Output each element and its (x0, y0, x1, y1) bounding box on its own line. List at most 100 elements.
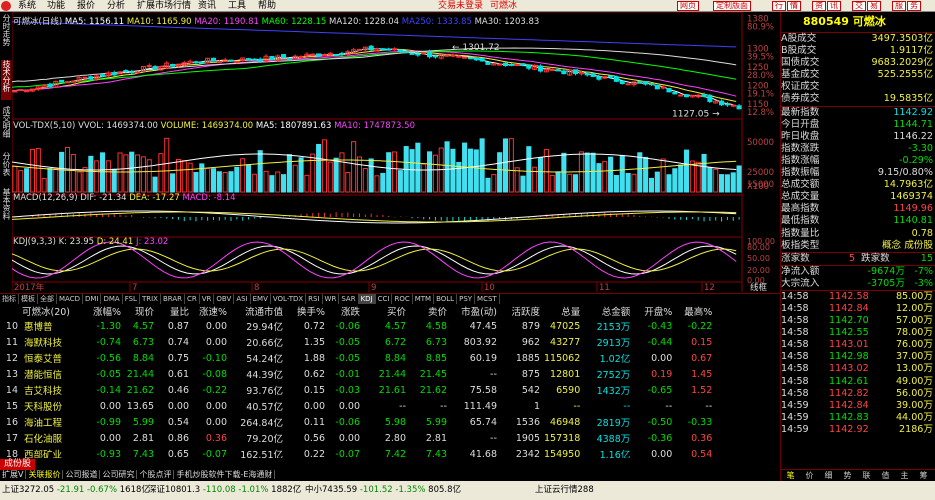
indicator-tab-10[interactable]: VR (200, 294, 215, 304)
bottom-tab-2[interactable]: 公司报道 (63, 470, 101, 479)
col-header-11[interactable]: 活跃度 (501, 304, 544, 318)
table-row[interactable]: 13 潜能恒信 -0.05 21.44 0.61 -0.08 44.39亿 0.62 -0.01… (0, 366, 716, 382)
indicator-tab-22[interactable]: BOLL (434, 294, 458, 304)
indicator-tab-9[interactable]: CR (185, 294, 200, 304)
indicator-tab-13[interactable]: EMV (251, 294, 271, 304)
volume-bar (654, 171, 660, 193)
col-header-5[interactable]: 流通市值 (231, 304, 287, 318)
right-tab-6[interactable]: 主 (895, 470, 914, 481)
cell: 0.65 (167, 448, 189, 459)
indicator-tab-14[interactable]: VOL-TDX (271, 294, 307, 304)
col-header-2[interactable]: 现价 (125, 304, 158, 318)
right-tab-3[interactable]: 势 (838, 470, 857, 481)
menu-info[interactable]: 资讯 (198, 0, 216, 11)
tab-technical[interactable]: 技术分析 (1, 60, 11, 100)
bottom-tab-0[interactable]: 扩展V (0, 470, 27, 479)
bottom-tab-5[interactable]: 手机炒股软件下载-E海通财 (174, 470, 276, 479)
indicator-tab-11[interactable]: OBV (214, 294, 235, 304)
right-tab-2[interactable]: 细 (819, 470, 838, 481)
col-header-15[interactable]: 最高% (676, 304, 716, 318)
web-button[interactable]: 网页 (677, 1, 699, 11)
tab-trade-detail[interactable]: 成交明细 (1, 106, 11, 146)
indicator-tab-23[interactable]: PSY (457, 294, 476, 304)
indicator-tab-18[interactable]: KDJ (358, 294, 376, 304)
sh-index[interactable]: 上证3272.05 -21.91 -0.67% 1618亿 (2, 481, 150, 500)
col-header-3[interactable]: 量比 (158, 304, 193, 318)
custom-layout-button[interactable]: 定制版面 (713, 1, 751, 11)
right-tab-0[interactable]: 笔 (781, 470, 800, 481)
table-row[interactable]: 11 海默科技 -0.74 6.73 0.74 0.00 20.66亿 1.35 -0.05 6.… (0, 334, 716, 350)
volume-bar (181, 160, 187, 193)
table-row[interactable]: 10 惠博普 -1.30 4.57 0.87 0.00 29.94亿 0.72 -0.06 4.5… (0, 318, 716, 334)
indicator-tab-0[interactable]: 指标 (0, 294, 19, 304)
indicator-tab-6[interactable]: FSL (123, 294, 140, 304)
sz-index[interactable]: 深证10801.3 -110.08 -1.01% 1882亿 (148, 481, 301, 500)
col-header-12[interactable]: 总量 (544, 304, 584, 318)
service-button-1[interactable]: 服 (892, 1, 906, 11)
col-header-14[interactable]: 开盘% (634, 304, 676, 318)
kline-chart[interactable]: ← 1301.721127.05 →1380130012501200115080… (12, 12, 780, 292)
menu-analysis[interactable]: 分析 (107, 0, 125, 11)
table-row[interactable]: 15 天科股份 0.00 13.65 0.00 0.00 40.57亿 0.00 0.00 -- -… (0, 398, 716, 414)
indicator-tab-21[interactable]: MTM (413, 294, 435, 304)
right-tab-4[interactable]: 联 (857, 470, 876, 481)
menu-tools[interactable]: 工具 (228, 0, 246, 11)
indicator-tab-7[interactable]: TRIX (140, 294, 161, 304)
tab-intraday[interactable]: 分时走势 (1, 14, 11, 54)
bottom-tab-3[interactable]: 公司研究 (100, 470, 138, 479)
service-button-2[interactable]: 务 (907, 1, 921, 11)
indicator-tab-16[interactable]: WR (323, 294, 340, 304)
indicator-tab-2[interactable]: 全部 (38, 294, 57, 304)
indicator-tab-17[interactable]: SAR (339, 294, 359, 304)
col-header-9[interactable]: 卖价 (410, 304, 451, 318)
trade-button-1[interactable]: 交 (852, 1, 866, 11)
right-tab-1[interactable]: 价 (800, 470, 819, 481)
indicator-tab-20[interactable]: ROC (392, 294, 413, 304)
indicator-tab-3[interactable]: MACD (57, 294, 83, 304)
indicator-tab-24[interactable]: MCST (475, 294, 500, 304)
candle (479, 57, 485, 62)
col-header-13[interactable]: 总金额 (584, 304, 634, 318)
col-header-7[interactable]: 涨跌 (329, 304, 364, 318)
table-row[interactable]: 12 恒泰艾普 -0.56 8.84 0.75 -0.10 54.24亿 1.88 -0.05 8… (0, 350, 716, 366)
col-header-10[interactable]: 市盈(动) (451, 304, 501, 318)
menu-help[interactable]: 帮助 (258, 0, 276, 11)
indicator-tab-1[interactable]: 模板 (19, 294, 38, 304)
col-header-4[interactable]: 涨速% (193, 304, 231, 318)
tab-basic-info[interactable]: 基本资料 (1, 188, 11, 228)
menu-ext-market[interactable]: 扩展市场行情 (137, 0, 191, 11)
wireframe-toggle[interactable]: 线框 (750, 282, 768, 292)
indicator-tab-12[interactable]: ASI (234, 294, 251, 304)
col-header-1[interactable]: 涨幅% (92, 304, 125, 318)
col-header-6[interactable]: 换手% (287, 304, 329, 318)
indicator-tab-15[interactable]: RSI (306, 294, 323, 304)
constituent-tab[interactable]: 成份股 (0, 459, 36, 470)
table-row[interactable]: 14 吉艾科技 -0.14 21.62 0.46 -0.22 93.76亿 0.15 -0.03… (0, 382, 716, 398)
menu-system[interactable]: 系统 (18, 0, 36, 11)
cell: 1.16亿 (599, 450, 631, 458)
menu-quote[interactable]: 报价 (77, 0, 95, 11)
cloud-quote-info[interactable]: 上证云行情288 (535, 481, 594, 500)
table-row[interactable]: 18 西部矿业 -0.93 7.43 0.65 -0.07 162.51亿 0.22 -0.07… (0, 446, 716, 459)
table-row[interactable]: 17 石化油服 0.00 2.81 0.86 0.36 79.20亿 0.56 0.00 2.80… (0, 430, 716, 446)
trade-button-2[interactable]: 易 (867, 1, 881, 11)
tab-price-table[interactable]: 分价表 (1, 152, 11, 184)
indicator-tab-19[interactable]: CCI (376, 294, 393, 304)
indicator-tab-8[interactable]: BRAR (161, 294, 185, 304)
bottom-tab-4[interactable]: 个股点评 (137, 470, 175, 479)
indicator-tab-5[interactable]: DMA (101, 294, 123, 304)
col-header-0[interactable]: 可燃冰(20) (0, 304, 92, 318)
kline-chart-area[interactable]: ← 1301.72 1127.05 → 1380 1300 1250 1200 1150 80… (12, 12, 780, 292)
right-tab-5[interactable]: 值 (876, 470, 895, 481)
table-row[interactable]: 16 海油工程 -0.99 5.99 0.54 0.00 264.84亿 0.11 -0.06 5… (0, 414, 716, 430)
menu-function[interactable]: 功能 (47, 0, 65, 11)
news-button-2[interactable]: 讯 (827, 1, 841, 11)
bottom-tab-1[interactable]: 关联报价 (26, 470, 64, 479)
indicator-tab-4[interactable]: DMI (83, 294, 102, 304)
zx-index[interactable]: 中小7435.59 -101.52 -1.35% 805.8亿 (305, 481, 461, 500)
col-header-8[interactable]: 买价 (364, 304, 410, 318)
news-button-1[interactable]: 资 (812, 1, 826, 11)
quote-button-2[interactable]: 情 (787, 1, 801, 11)
quote-button-1[interactable]: 行 (772, 1, 786, 11)
right-tab-7[interactable]: 筹 (914, 470, 933, 481)
